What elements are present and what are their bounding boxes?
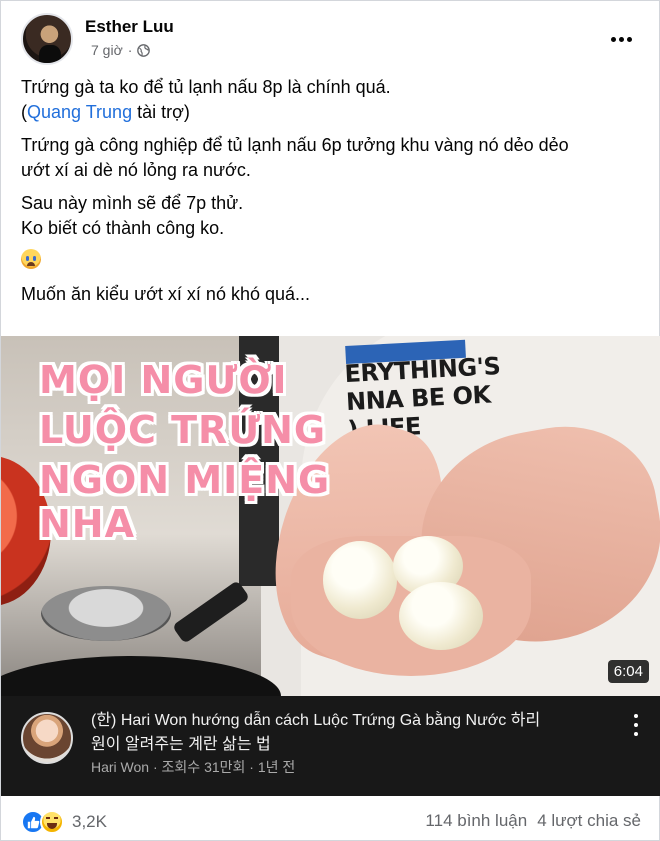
post-paragraph: Sau này mình sẽ để 7p thử. Ko biết có th… (21, 193, 244, 238)
video-caption-line: LUỘC TRỨNG (39, 408, 327, 452)
video-thumbnail[interactable]: ERYTHING'S NNA BE OK ) LIFE MỌI NGƯỜI LU… (1, 336, 660, 696)
post-paragraph: Trứng gà công nghiệp để tủ lạnh nấu 6p t… (21, 135, 569, 180)
post-stats: 114 bình luận 4 lượt chia sẻ (425, 811, 641, 831)
video-duration-badge: 6:04 (607, 660, 649, 683)
egg-image (399, 582, 483, 650)
facebook-post: Esther Luu 7 giờ · Trứng gà ta ko để tủ … (0, 0, 660, 841)
post-text: Trứng gà ta ko để tủ lạnh nấu 8p là chín… (21, 75, 641, 315)
shares-count[interactable]: 4 lượt chia sẻ (537, 811, 641, 831)
video-channel-info: Hari Won · 조회수 31만회 · 1년 전 (91, 759, 296, 775)
post-more-options-button[interactable] (607, 25, 635, 53)
haha-icon[interactable] (40, 810, 64, 834)
video-info-bar[interactable]: (한) Hari Won hướng dẫn cách Luộc Trứng G… (1, 696, 660, 796)
channel-avatar[interactable] (21, 712, 73, 764)
reaction-count[interactable]: 3,2K (72, 812, 107, 832)
post-header: Esther Luu 7 giờ · (21, 13, 641, 69)
globe-icon[interactable] (137, 43, 151, 57)
post-time[interactable]: 7 giờ (91, 42, 123, 58)
video-caption-line: MỌI NGƯỜI (39, 358, 288, 402)
video-more-options-button[interactable] (633, 714, 639, 736)
post-footer: 3,2K 114 bình luận 4 lượt chia sẻ (21, 809, 641, 837)
post-paragraph: Trứng gà ta ko để tủ lạnh nấu 8p là chín… (21, 77, 391, 122)
author-avatar[interactable] (21, 13, 73, 65)
crying-face-icon (21, 249, 41, 269)
comments-count[interactable]: 114 bình luận (425, 811, 527, 831)
post-paragraph (21, 249, 641, 274)
post-paragraph: Muốn ăn kiểu ướt xí xí nó khó quá... (21, 284, 311, 304)
post-meta: 7 giờ · (91, 42, 151, 58)
reactions-summary[interactable]: 3,2K (21, 810, 107, 834)
video-title[interactable]: (한) Hari Won hướng dẫn cách Luộc Trứng G… (91, 709, 591, 757)
pot-image (41, 586, 171, 641)
egg-image (323, 541, 397, 619)
video-caption-line: NGON MIỆNG NHA (39, 458, 331, 546)
author-name[interactable]: Esther Luu (85, 17, 174, 37)
mention-link[interactable]: Quang Trung (27, 102, 132, 122)
